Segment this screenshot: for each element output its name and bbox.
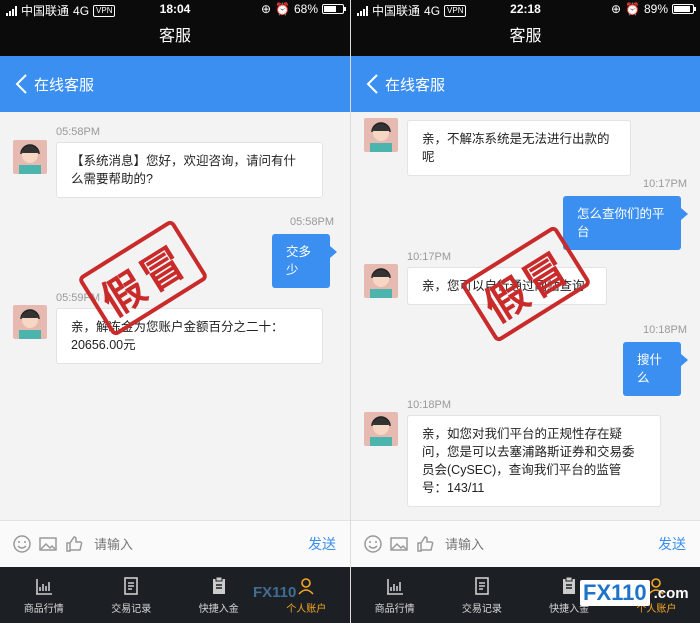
input-tools	[0, 534, 84, 554]
clipboard-icon	[212, 576, 225, 594]
tab-market[interactable]: 商品行情	[351, 567, 438, 623]
message-bubble: 【系统消息】您好，欢迎咨询，请问有什么需要帮助的?	[56, 142, 323, 198]
input-tools	[351, 534, 435, 554]
status-bar: 中国联通 4G VPN 22:18 ⊕ ⏰ 89%	[351, 0, 700, 18]
battery-icon	[672, 4, 696, 14]
emoji-icon[interactable]	[363, 534, 383, 554]
message-bubble: 亲，解冻金为您账户金额百分之二十：20656.00元	[56, 308, 323, 364]
clipboard-icon	[563, 576, 576, 594]
tab-bar: 商品行情 交易记录 快捷入金 个人账户	[0, 567, 350, 623]
emoji-icon[interactable]	[12, 534, 32, 554]
message-time: 10:18PM	[643, 324, 688, 336]
agent-avatar	[13, 140, 47, 174]
tab-label: 个人账户	[636, 603, 677, 615]
image-icon[interactable]	[389, 534, 409, 554]
screenshot-pair: 中国联通 4G VPN 18:04 ⊕ ⏰ 68% 客服 在线客服 05:58P…	[0, 0, 700, 623]
phone-screen-left: 中国联通 4G VPN 18:04 ⊕ ⏰ 68% 客服 在线客服 05:58P…	[0, 0, 350, 623]
message-bubble: 亲，您可以自行通过网站查询	[407, 267, 607, 305]
tab-label: 个人账户	[286, 603, 327, 615]
tab-label: 快捷入金	[198, 603, 239, 615]
page-title: 客服	[0, 18, 350, 56]
tab-account[interactable]: 个人账户	[613, 567, 700, 623]
chat-area[interactable]: 05:58PM 【系统消息】您好，欢迎咨询，请问有什么需要帮助的? 05:58P…	[0, 112, 350, 520]
tab-market[interactable]: 商品行情	[0, 567, 88, 623]
user-icon	[298, 577, 314, 595]
alarm-icon: ⏰	[625, 2, 640, 16]
send-button[interactable]: 发送	[652, 534, 692, 554]
message-bubble: 怎么查你们的平台	[563, 196, 688, 250]
message-input[interactable]	[94, 529, 302, 559]
message-bubble: 亲，不解冻系统是无法进行出款的呢	[407, 120, 631, 176]
back-button[interactable]: 在线客服	[0, 73, 94, 95]
thumbs-up-icon[interactable]	[415, 534, 435, 554]
status-bar: 中国联通 4G VPN 18:04 ⊕ ⏰ 68%	[0, 0, 350, 18]
phone-screen-right: 中国联通 4G VPN 22:18 ⊕ ⏰ 89% 客服 在线客服 亲，不解冻系…	[350, 0, 700, 623]
back-button[interactable]: 在线客服	[351, 73, 445, 95]
status-right: ⊕ ⏰ 68%	[260, 2, 346, 16]
document-icon	[475, 576, 489, 595]
document-icon	[124, 576, 139, 595]
message-time: 05:59PM	[56, 292, 101, 304]
tab-label: 交易记录	[111, 603, 152, 615]
message-input[interactable]	[445, 529, 652, 559]
alarm-icon: ⏰	[275, 2, 290, 16]
tab-account[interactable]: 个人账户	[263, 567, 351, 623]
message-bubble: 亲，如您对我们平台的正规性存在疑问，您是可以去塞浦路斯证券和交易委员会(CySE…	[407, 415, 661, 507]
message-bubble: 交多少	[272, 234, 337, 288]
tab-deposit[interactable]: 快捷入金	[175, 567, 263, 623]
agent-avatar	[364, 118, 398, 152]
tab-label: 快捷入金	[549, 603, 590, 615]
lock-rotation-icon: ⊕	[260, 2, 272, 16]
input-bar: 发送	[0, 520, 350, 567]
tab-records[interactable]: 交易记录	[88, 567, 176, 623]
message-time: 10:18PM	[407, 399, 452, 411]
battery-percent: 89%	[643, 2, 668, 16]
send-button[interactable]: 发送	[302, 534, 342, 554]
battery-percent: 68%	[293, 2, 318, 16]
user-icon	[648, 577, 664, 595]
image-icon[interactable]	[38, 534, 58, 554]
message-time: 10:17PM	[407, 251, 452, 263]
tab-bar: 商品行情 交易记录 快捷入金 个人账户	[351, 567, 700, 623]
nav-bar: 在线客服	[0, 56, 350, 112]
message-time: 10:17PM	[643, 178, 688, 190]
tab-label: 交易记录	[461, 603, 502, 615]
thumbs-up-icon[interactable]	[64, 534, 84, 554]
message-time: 05:58PM	[56, 126, 101, 138]
chevron-left-icon	[15, 74, 27, 94]
tab-deposit[interactable]: 快捷入金	[526, 567, 613, 623]
status-right: ⊕ ⏰ 89%	[610, 2, 696, 16]
chat-area[interactable]: 亲，不解冻系统是无法进行出款的呢 10:17PM 怎么查你们的平台 10:17P…	[351, 112, 700, 520]
tab-label: 商品行情	[23, 603, 64, 615]
back-label: 在线客服	[385, 76, 446, 94]
chart-icon	[35, 578, 52, 595]
agent-avatar	[364, 264, 398, 298]
tab-label: 商品行情	[374, 603, 415, 615]
page-title: 客服	[351, 18, 700, 56]
chart-icon	[386, 578, 403, 595]
lock-rotation-icon: ⊕	[610, 2, 622, 16]
input-bar: 发送	[351, 520, 700, 567]
nav-bar: 在线客服	[351, 56, 700, 112]
tab-records[interactable]: 交易记录	[438, 567, 525, 623]
battery-icon	[322, 4, 346, 14]
agent-avatar	[13, 305, 47, 339]
chevron-left-icon	[366, 74, 378, 94]
agent-avatar	[364, 412, 398, 446]
message-time: 05:58PM	[290, 216, 335, 228]
message-bubble: 搜什么	[623, 342, 688, 396]
back-label: 在线客服	[34, 76, 95, 94]
